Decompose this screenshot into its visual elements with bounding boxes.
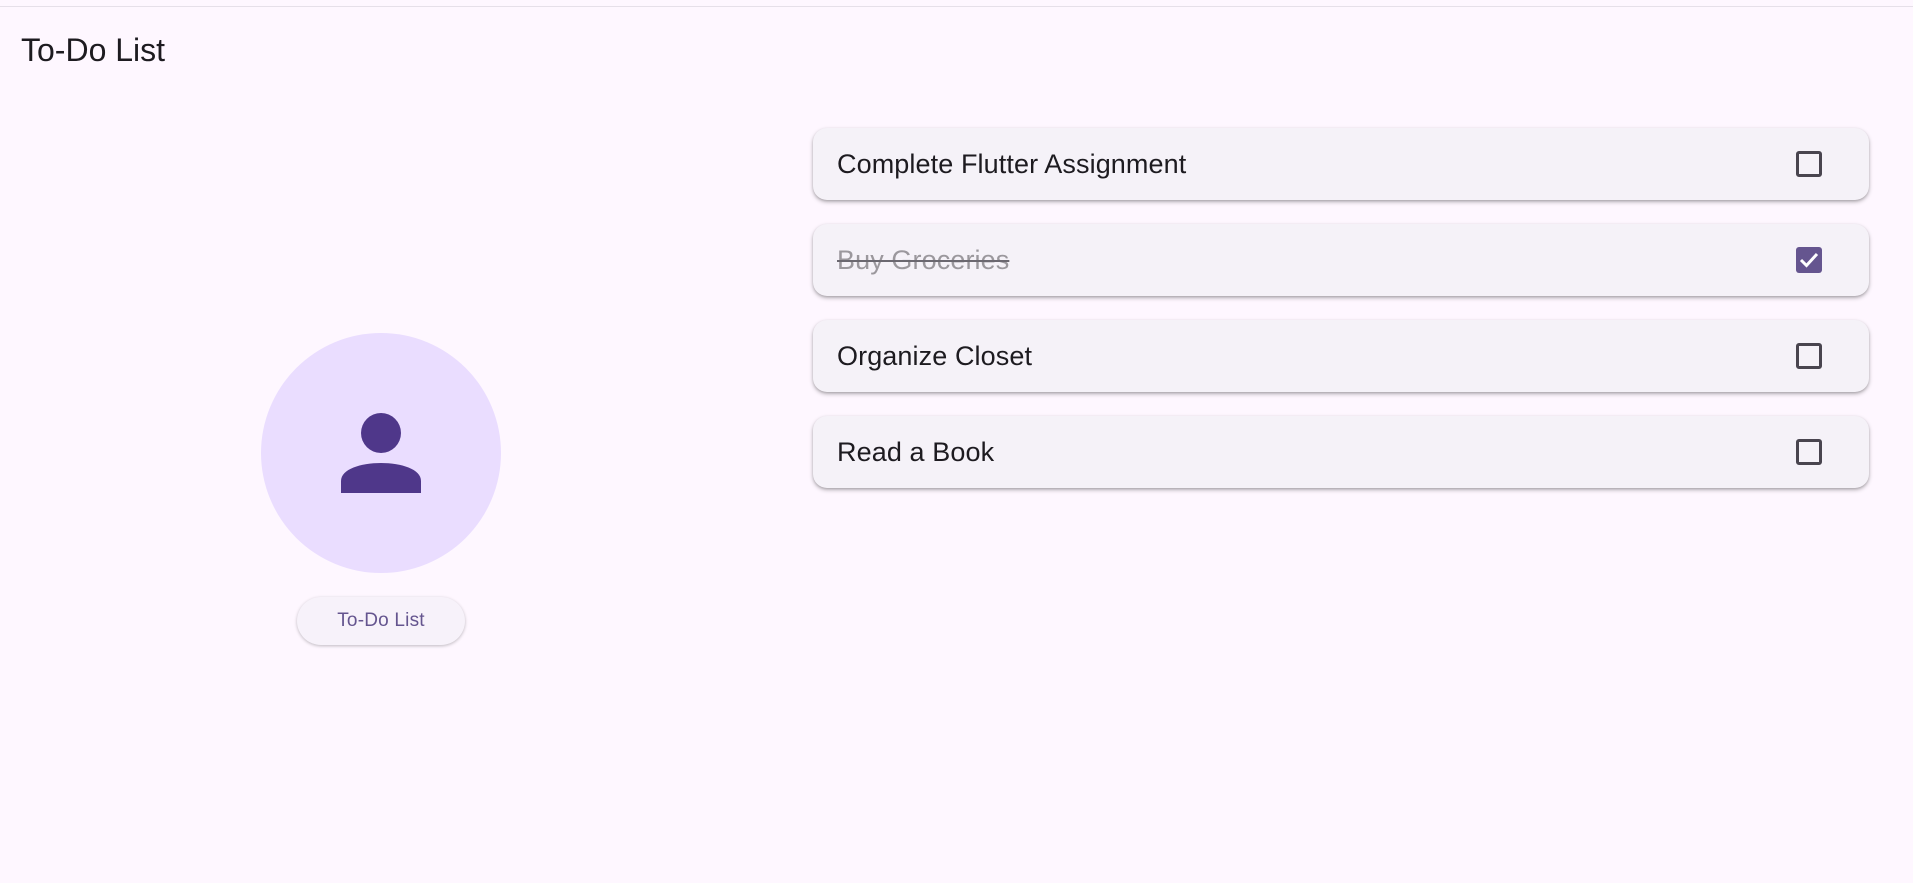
task-title: Buy Groceries (837, 244, 1010, 275)
task-checkbox[interactable] (1796, 151, 1822, 177)
task-item[interactable]: Read a Book (813, 416, 1869, 488)
check-icon (1799, 252, 1819, 268)
app-bar-title: To-Do List (21, 32, 166, 68)
task-item[interactable]: Complete Flutter Assignment (813, 128, 1869, 200)
avatar (261, 333, 501, 573)
task-checkbox[interactable] (1796, 247, 1822, 273)
task-item[interactable]: Organize Closet (813, 320, 1869, 392)
task-list: Complete Flutter Assignment Buy Grocerie… (813, 128, 1869, 512)
todo-list-button[interactable]: To-Do List (297, 597, 465, 645)
task-checkbox[interactable] (1796, 343, 1822, 369)
task-title: Read a Book (837, 436, 995, 467)
task-title: Complete Flutter Assignment (837, 148, 1187, 179)
task-checkbox[interactable] (1796, 439, 1822, 465)
task-title: Organize Closet (837, 340, 1033, 371)
task-item[interactable]: Buy Groceries (813, 224, 1869, 296)
person-icon (341, 413, 421, 493)
top-divider (0, 6, 1913, 7)
